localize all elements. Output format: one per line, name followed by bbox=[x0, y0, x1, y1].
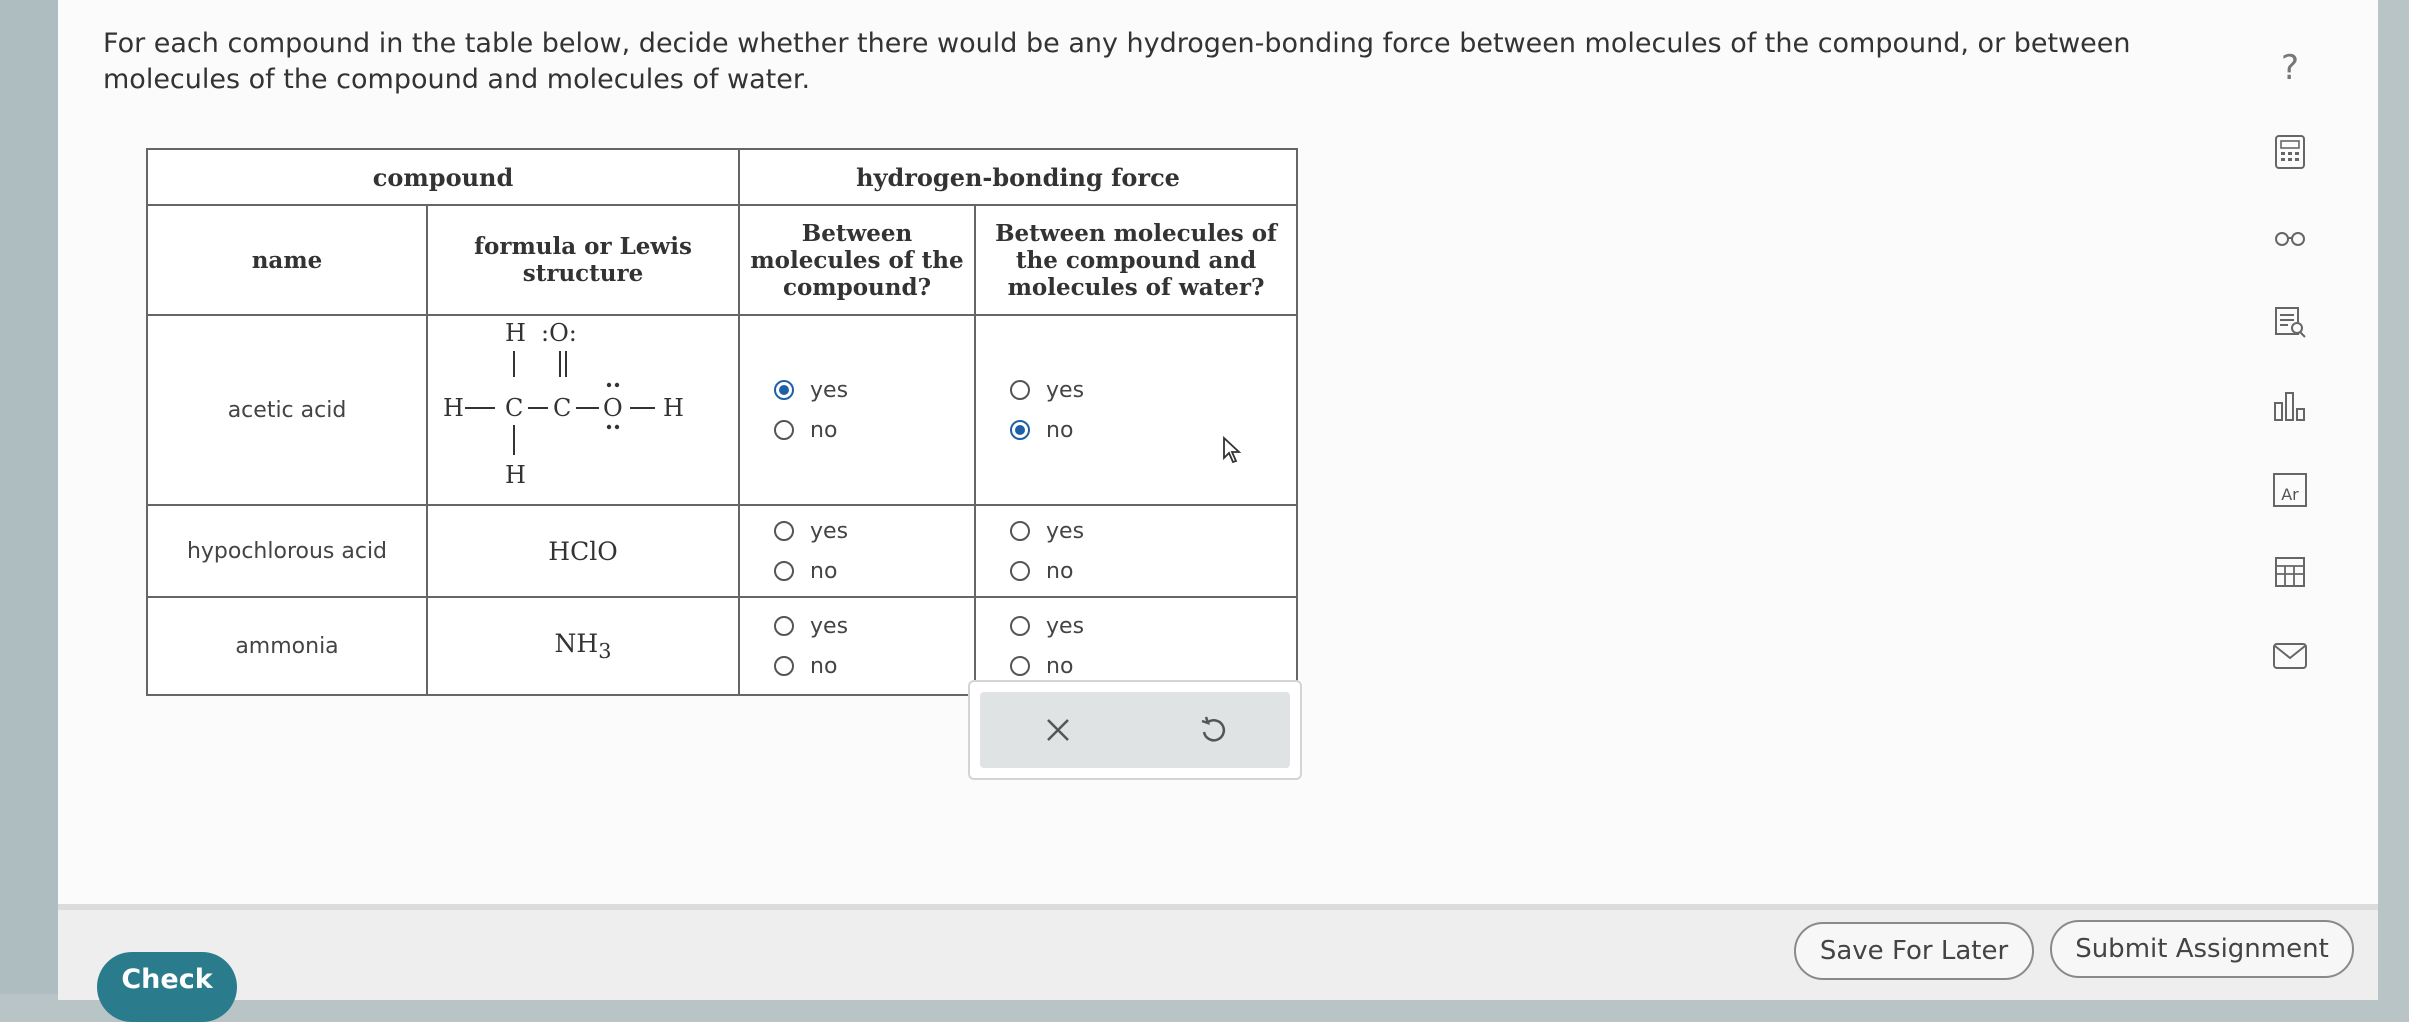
radio-button-selected[interactable] bbox=[774, 380, 795, 400]
radio-button[interactable] bbox=[774, 521, 795, 541]
answer-actions-panel bbox=[968, 680, 1302, 780]
radio-yes[interactable]: yes bbox=[1010, 606, 1295, 646]
x-icon bbox=[1046, 719, 1069, 741]
data-table-icon bbox=[2275, 557, 2305, 587]
option-label: no bbox=[1046, 417, 1074, 443]
periodic-table-button[interactable]: Ar bbox=[2270, 470, 2310, 510]
radio-button[interactable] bbox=[1010, 616, 1031, 636]
radio-yes[interactable]: yes bbox=[774, 606, 973, 646]
radio-no[interactable]: no bbox=[774, 551, 973, 591]
radio-button[interactable] bbox=[774, 616, 795, 636]
option-label: yes bbox=[1046, 518, 1085, 544]
compound-header: compound bbox=[145, 148, 741, 206]
table-row: acetic acid H :O: H C C O H H yes no yes… bbox=[146, 314, 1299, 506]
between-compound-header: Between molecules of the compound? bbox=[738, 204, 977, 316]
between-water-choices: yes no bbox=[974, 314, 1299, 506]
between-water-header: Between molecules of the compound and mo… bbox=[974, 204, 1299, 316]
option-label: yes bbox=[1046, 613, 1085, 639]
undo-button[interactable] bbox=[1183, 700, 1243, 760]
undo-icon bbox=[1201, 716, 1225, 742]
question-prompt: For each compound in the table below, de… bbox=[103, 28, 2131, 95]
compound-formula: HClO bbox=[425, 504, 741, 598]
option-label: yes bbox=[810, 613, 849, 639]
mail-icon bbox=[2273, 643, 2307, 669]
option-label: no bbox=[810, 417, 838, 443]
lewis-atom: H bbox=[663, 394, 684, 422]
calculator-button[interactable] bbox=[2270, 132, 2310, 172]
glasses-button[interactable] bbox=[2270, 218, 2310, 258]
radio-no[interactable]: no bbox=[774, 646, 973, 686]
left-margin-strip bbox=[0, 0, 58, 994]
option-label: no bbox=[1046, 558, 1074, 584]
data-table-button[interactable] bbox=[2270, 552, 2310, 592]
hydrogen-bonding-table: compound hydrogen-bonding force name for… bbox=[145, 148, 1299, 696]
periodic-table-icon: Ar bbox=[2273, 473, 2307, 507]
lewis-atom: C bbox=[505, 394, 523, 422]
formula-column-header: formula or Lewis structure bbox=[425, 204, 741, 316]
radio-no[interactable]: no bbox=[774, 410, 973, 450]
lewis-atom: C bbox=[553, 394, 571, 422]
option-label: no bbox=[1046, 653, 1074, 679]
radio-button[interactable] bbox=[1010, 656, 1031, 676]
svg-text:Ar: Ar bbox=[2281, 485, 2299, 504]
mouse-cursor-icon bbox=[1223, 436, 1242, 464]
reference-button[interactable] bbox=[2270, 302, 2310, 342]
compound-formula: NH3 bbox=[425, 596, 741, 696]
radio-yes[interactable]: yes bbox=[1010, 370, 1295, 410]
lewis-atom: H bbox=[505, 319, 526, 347]
option-label: no bbox=[810, 653, 838, 679]
between-compound-choices: yes no bbox=[738, 314, 977, 506]
chart-icon bbox=[2274, 392, 2305, 421]
chart-button[interactable] bbox=[2270, 386, 2310, 426]
radio-no[interactable]: no bbox=[1010, 551, 1295, 591]
radio-button-selected[interactable] bbox=[1010, 420, 1031, 440]
hbond-header: hydrogen-bonding force bbox=[738, 148, 1299, 206]
save-for-later-button[interactable]: Save For Later bbox=[1794, 922, 2034, 980]
mail-button[interactable] bbox=[2270, 636, 2310, 676]
radio-button[interactable] bbox=[774, 656, 795, 676]
name-column-header: name bbox=[146, 204, 428, 316]
help-button[interactable]: ? bbox=[2270, 48, 2310, 88]
option-label: yes bbox=[810, 518, 849, 544]
compound-name: hypochlorous acid bbox=[146, 504, 428, 598]
radio-yes[interactable]: yes bbox=[1010, 511, 1295, 551]
calculator-icon bbox=[2275, 135, 2305, 169]
radio-yes[interactable]: yes bbox=[774, 370, 973, 410]
radio-button[interactable] bbox=[1010, 380, 1031, 400]
reference-icon bbox=[2275, 307, 2306, 338]
glasses-icon bbox=[2275, 232, 2305, 246]
compound-name: acetic acid bbox=[146, 314, 428, 506]
radio-button[interactable] bbox=[1010, 521, 1031, 541]
formula-subscript: 3 bbox=[598, 639, 612, 663]
submit-assignment-button[interactable]: Submit Assignment bbox=[2050, 920, 2354, 978]
radio-yes[interactable]: yes bbox=[774, 511, 973, 551]
check-button[interactable]: Check bbox=[97, 952, 237, 1022]
help-icon: ? bbox=[2280, 48, 2300, 88]
radio-button[interactable] bbox=[774, 420, 795, 440]
option-label: no bbox=[810, 558, 838, 584]
lewis-atom: H bbox=[505, 461, 526, 489]
clear-button[interactable] bbox=[1028, 700, 1088, 760]
lewis-atom: H bbox=[443, 394, 464, 422]
table-row: hypochlorous acid HClO yes no yes no bbox=[146, 504, 1299, 598]
acetic-acid-lewis-structure: H :O: H C C O H H bbox=[443, 319, 684, 489]
radio-button[interactable] bbox=[774, 561, 795, 581]
radio-no[interactable]: no bbox=[1010, 410, 1295, 450]
formula-text: NH bbox=[554, 629, 599, 658]
between-water-choices: yes no bbox=[974, 504, 1299, 598]
lewis-atom: O bbox=[603, 394, 623, 422]
radio-button[interactable] bbox=[1010, 561, 1031, 581]
answer-actions-bar bbox=[980, 692, 1290, 768]
option-label: yes bbox=[810, 377, 849, 403]
option-label: yes bbox=[1046, 377, 1085, 403]
lewis-structure-cell: H :O: H C C O H H bbox=[425, 314, 741, 506]
lewis-atom: :O: bbox=[541, 319, 577, 347]
compound-name: ammonia bbox=[146, 596, 428, 696]
between-compound-choices: yes no bbox=[738, 504, 977, 598]
between-compound-choices: yes no bbox=[738, 596, 977, 696]
